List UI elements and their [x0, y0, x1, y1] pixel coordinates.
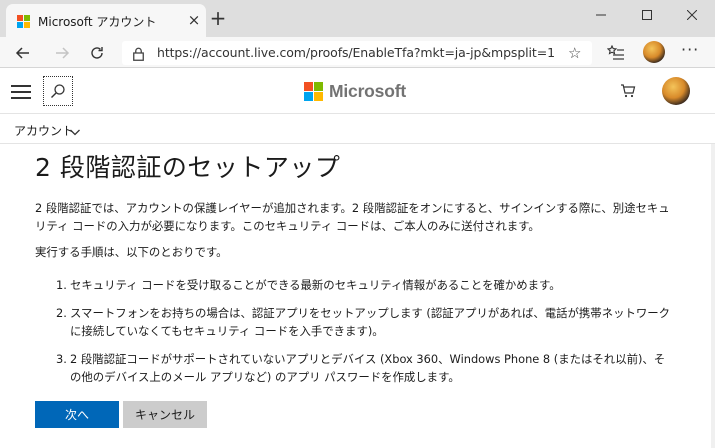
account-menu-label[interactable]: アカウント [14, 122, 74, 139]
logo-square-blue [304, 91, 313, 101]
url-text[interactable]: https://account.live.com/proofs/EnableTf… [157, 45, 555, 60]
microsoft-logo[interactable]: Microsoft [304, 80, 406, 102]
chevron-down-icon[interactable] [69, 123, 81, 142]
next-button[interactable]: 次へ [35, 401, 119, 428]
step-text: スマートフォンをお持ちの場合は、認証アプリをセットアップします (認証アプリがあ… [70, 306, 671, 338]
steps-intro-text: 実行する手順は、以下のとおりです。 [35, 245, 228, 259]
microsoft-favicon-icon [17, 15, 30, 28]
brand-name: Microsoft [329, 80, 406, 101]
tab-title: Microsoft アカウント [38, 15, 157, 29]
list-item: 1. セキュリティ コードを受け取ることができる最新のセキュリティ情報があること… [56, 276, 676, 294]
steps-list: 1. セキュリティ コードを受け取ることができる最新のセキュリティ情報があること… [56, 276, 676, 396]
address-bar[interactable]: https://account.live.com/proofs/EnableTf… [122, 41, 592, 65]
browser-tabstrip: Microsoft アカウント × + [0, 0, 715, 37]
shopping-cart-icon[interactable] [620, 83, 636, 103]
window-close-icon[interactable] [669, 0, 715, 30]
search-icon[interactable] [43, 76, 73, 106]
account-nav-bar: アカウント [0, 115, 715, 144]
logo-square-green [314, 81, 323, 91]
lock-icon[interactable] [133, 46, 144, 65]
list-item: 3. 2 段階認証コードがサポートされていないアプリとデバイス (Xbox 36… [56, 350, 676, 386]
new-tab-button[interactable]: + [208, 8, 228, 29]
step-number: 1. [56, 278, 67, 292]
logo-square-red [304, 81, 313, 91]
cancel-button[interactable]: キャンセル [123, 401, 207, 428]
browser-tab[interactable]: Microsoft アカウント × [6, 4, 206, 37]
minimize-icon[interactable] [578, 0, 624, 30]
more-options-icon[interactable]: ··· [681, 40, 699, 59]
hamburger-menu-icon[interactable] [11, 84, 31, 100]
microsoft-logo-icon [304, 81, 323, 101]
refresh-icon[interactable] [86, 42, 108, 64]
step-number: 3. [56, 352, 67, 366]
forward-arrow-icon[interactable] [51, 42, 73, 64]
step-text: 2 段階認証コードがサポートされていないアプリとデバイス (Xbox 360、W… [70, 352, 666, 384]
browser-toolbar: https://account.live.com/proofs/EnableTf… [0, 37, 715, 68]
browser-profile-avatar[interactable] [643, 41, 665, 63]
site-header: Microsoft [0, 68, 715, 114]
logo-square-yellow [314, 91, 323, 101]
favorites-list-icon[interactable] [605, 42, 627, 64]
page-title: 2 段階認証のセットアップ [35, 153, 341, 182]
user-avatar[interactable] [662, 77, 690, 105]
step-text: セキュリティ コードを受け取ることができる最新のセキュリティ情報があることを確か… [70, 278, 561, 292]
intro-paragraph: 2 段階認証では、アカウントの保護レイヤーが追加されます。2 段階認証をオンにす… [35, 201, 670, 233]
back-arrow-icon[interactable] [12, 42, 34, 64]
tab-close-icon[interactable]: × [186, 10, 202, 30]
page-scrollbar[interactable] [711, 144, 715, 448]
step-number: 2. [56, 306, 67, 320]
list-item: 2. スマートフォンをお持ちの場合は、認証アプリをセットアップします (認証アプ… [56, 304, 676, 340]
favorite-star-icon[interactable]: ☆ [568, 44, 581, 62]
maximize-icon[interactable] [624, 0, 670, 30]
